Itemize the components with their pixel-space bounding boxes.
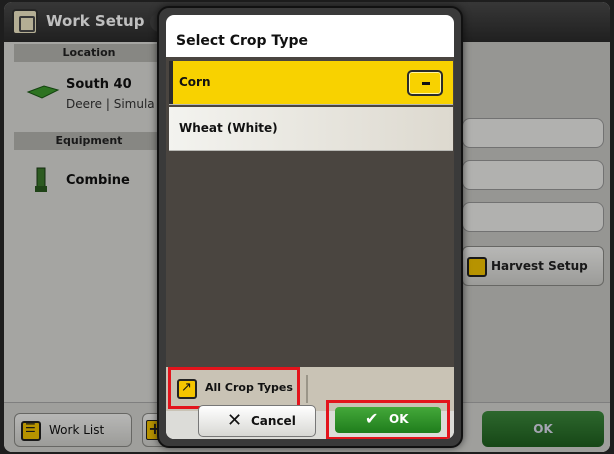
cancel-label: Cancel (251, 414, 296, 428)
all-crop-types-label: All Crop Types (205, 381, 293, 394)
crop-item-label: Corn (179, 75, 211, 89)
arrow-icon (177, 379, 197, 399)
dialog-body: Select Crop Type Corn Wheat (White) All … (166, 15, 454, 439)
crop-type-list: Corn Wheat (White) (166, 57, 454, 367)
cancel-button[interactable]: ✕ Cancel (198, 405, 316, 437)
all-crop-types-button[interactable]: All Crop Types (168, 367, 300, 409)
crop-item-corn[interactable]: Corn (169, 61, 453, 105)
ok-highlight: ✔ OK (326, 400, 450, 439)
crop-item-wheat-white[interactable]: Wheat (White) (169, 107, 453, 151)
checkmark-icon: ✔ (365, 409, 379, 428)
divider (306, 375, 308, 403)
select-crop-type-dialog: Select Crop Type Corn Wheat (White) All … (157, 6, 463, 448)
close-icon: ✕ (227, 410, 243, 431)
ok-button[interactable]: ✔ OK (335, 407, 441, 433)
remove-crop-button[interactable] (407, 70, 443, 96)
crop-item-label: Wheat (White) (179, 121, 278, 135)
ok-label: OK (389, 412, 409, 426)
dialog-title: Select Crop Type (176, 33, 308, 49)
